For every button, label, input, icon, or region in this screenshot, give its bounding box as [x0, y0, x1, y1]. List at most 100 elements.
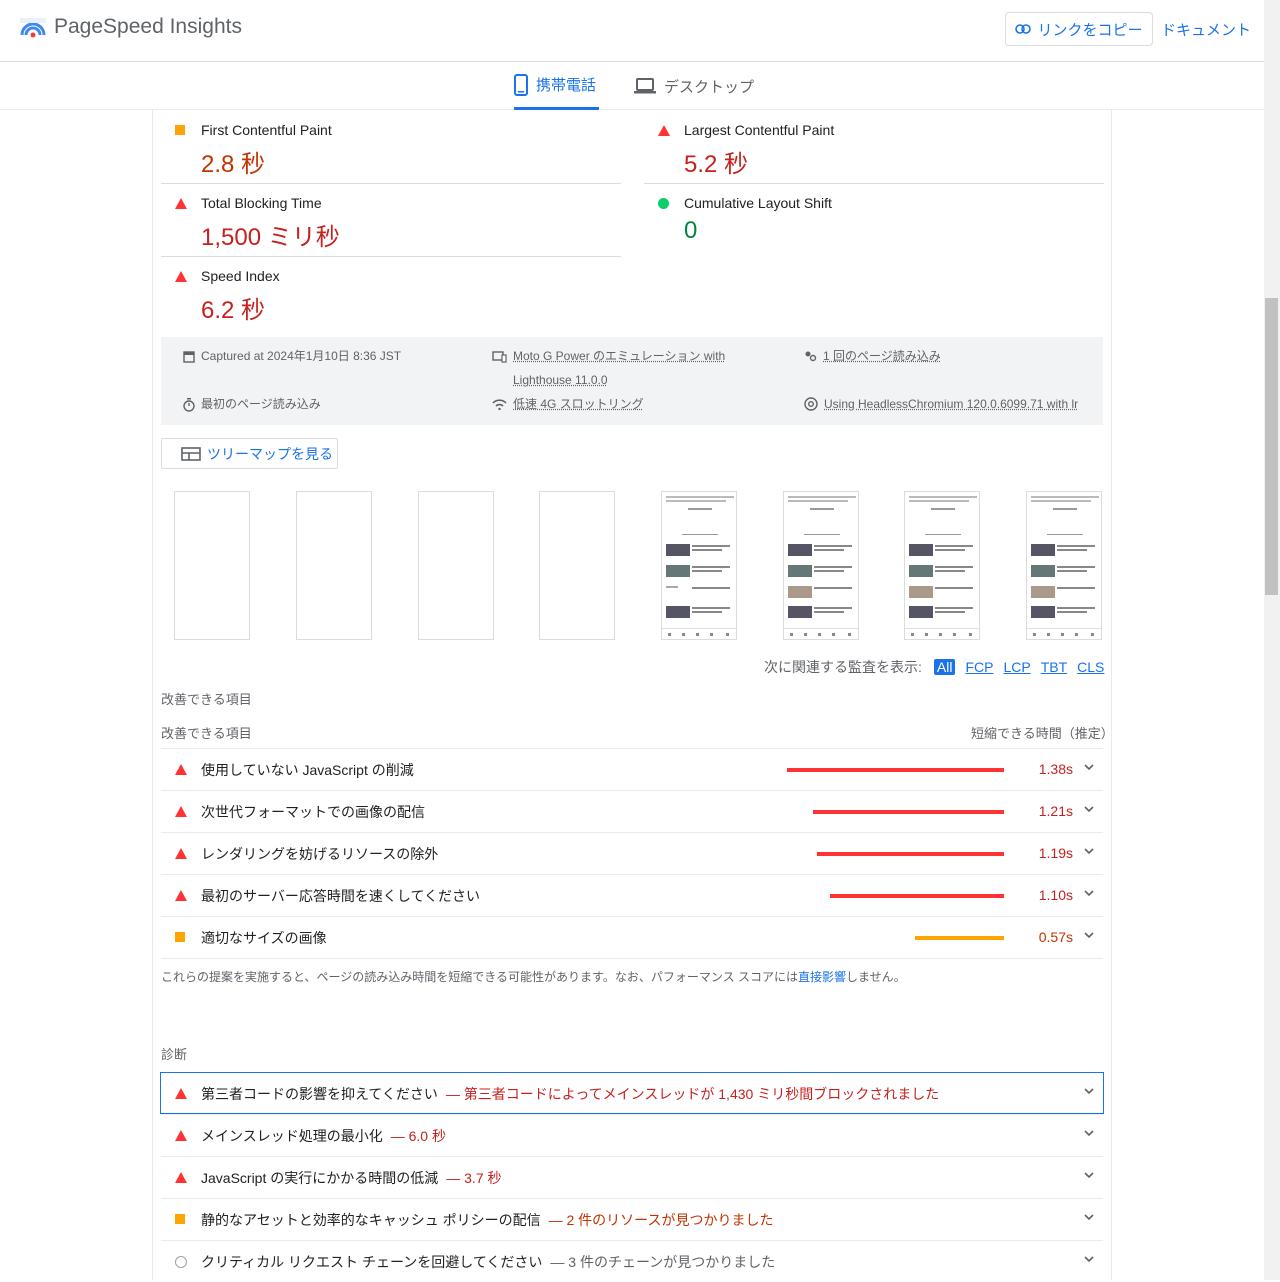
metric-tbt: Total Blocking Time 1,500 ミリ秒	[161, 184, 621, 257]
diagnostics-title: 診断	[161, 1047, 188, 1062]
savings-bar	[915, 936, 1004, 940]
chevron-down-icon[interactable]	[1083, 803, 1095, 815]
divider	[161, 958, 1103, 959]
laptop-icon	[634, 78, 656, 94]
average-square-icon	[175, 1214, 185, 1224]
chevron-down-icon[interactable]	[1083, 761, 1095, 773]
calendar-icon	[183, 351, 195, 363]
filter-lcp-button[interactable]: LCP	[1003, 659, 1030, 675]
chevron-down-icon[interactable]	[1083, 845, 1095, 857]
metric-value: 5.2 秒	[684, 151, 749, 178]
audit-filter: 次に関連する監査を表示: All FCP LCP TBT CLS	[764, 657, 1104, 677]
filmstrip-frame	[904, 491, 980, 640]
diagnostic-title: 静的なアセットと効率的なキャッシュ ポリシーの配信	[201, 1212, 541, 1228]
opportunity-row[interactable]: 使用していない JavaScript の削減 1.38s	[161, 748, 1103, 790]
diagnostic-detail: — 第三者コードによってメインスレッドが 1,430 ミリ秒間ブロックされました	[445, 1086, 940, 1102]
chevron-down-icon[interactable]	[1083, 887, 1095, 899]
diagnostic-row[interactable]: メインスレッド処理の最小化 — 6.0 秒	[161, 1114, 1103, 1156]
metric-label: Total Blocking Time	[201, 195, 322, 211]
chevron-down-icon[interactable]	[1083, 1085, 1095, 1097]
opportunity-row[interactable]: 適切なサイズの画像 0.57s	[161, 916, 1103, 958]
savings-time: 1.10s	[1038, 887, 1073, 903]
diagnostic-title-wrap: 静的なアセットと効率的なキャッシュ ポリシーの配信 — 2 件のリソースが見つかり…	[201, 1210, 773, 1230]
diagnostic-title: メインスレッド処理の最小化	[201, 1128, 383, 1144]
metric-lcp: Largest Contentful Paint 5.2 秒	[644, 111, 1104, 184]
opportunity-title: 適切なサイズの画像	[201, 930, 327, 946]
opportunity-title: 使用していない JavaScript の削減	[201, 762, 414, 778]
device-text: Moto G Power のエミュレーション with Lighthouse 1…	[513, 344, 725, 392]
metric-label: First Contentful Paint	[201, 122, 332, 138]
opportunity-row[interactable]: 最初のサーバー応答時間を速くしてください 1.10s	[161, 874, 1103, 916]
metric-value: 0	[684, 217, 698, 244]
filter-all-button[interactable]: All	[933, 659, 956, 675]
filter-tbt-button[interactable]: TBT	[1041, 659, 1067, 675]
tab-desktop[interactable]: デスクトップ	[634, 62, 754, 110]
filmstrip-frame	[783, 491, 859, 640]
captured-text: Captured at 2024年1月10日 8:36 JST	[201, 349, 402, 363]
chrome-icon	[804, 397, 818, 411]
pass-circle-icon	[658, 198, 669, 209]
savings-time: 1.19s	[1038, 845, 1073, 861]
content-border-left	[152, 62, 153, 1280]
fail-triangle-icon	[175, 1130, 187, 1141]
filmstrip-frame	[296, 491, 372, 640]
filmstrip-frame	[1026, 491, 1102, 640]
diagnostic-title-wrap: JavaScript の実行にかかる時間の低減 — 3.7 秒	[201, 1168, 502, 1188]
docs-link[interactable]: ドキュメント	[1161, 19, 1251, 40]
opportunity-row[interactable]: 次世代フォーマットでの画像の配信 1.21s	[161, 790, 1103, 832]
treemap-icon	[181, 446, 201, 461]
copy-link-button[interactable]: リンクをコピー	[1005, 12, 1153, 46]
fail-triangle-icon	[175, 848, 187, 859]
diagnostic-title: クリティカル リクエスト チェーンを回避してください	[201, 1254, 543, 1270]
fail-triangle-icon	[175, 198, 187, 209]
device-line-1: Moto G Power のエミュレーション with	[513, 349, 726, 363]
throttling-info[interactable]: 低速 4G スロットリング	[492, 392, 644, 416]
scrollbar-thumb[interactable]	[1265, 298, 1278, 595]
content-border-right	[1111, 62, 1112, 1280]
page-thumbnail	[784, 496, 858, 636]
device-info[interactable]: Moto G Power のエミュレーション with Lighthouse 1…	[492, 344, 725, 392]
diagnostic-row[interactable]: 静的なアセットと効率的なキャッシュ ポリシーの配信 — 2 件のリソースが見つかり…	[161, 1198, 1103, 1240]
metric-value: 2.8 秒	[201, 151, 266, 178]
chevron-down-icon[interactable]	[1083, 929, 1095, 941]
average-square-icon	[175, 932, 185, 942]
filmstrip-frame	[418, 491, 494, 640]
page-thumbnail	[662, 496, 736, 636]
note-text: これらの提案を実施すると、ページの読み込み時間を短縮できる可能性があります。なお…	[161, 970, 798, 984]
tab-desktop-label: デスクトップ	[664, 78, 755, 96]
initial-load-info: 最初のページ読み込み	[183, 392, 321, 416]
diagnostic-row[interactable]: 第三者コードの影響を抑えてください — 第三者コードによってメインスレッドが 1,…	[160, 1072, 1104, 1114]
loads-info[interactable]: 1 回のページ読み込み	[804, 344, 941, 368]
chevron-down-icon[interactable]	[1083, 1127, 1095, 1139]
browser-info[interactable]: Using HeadlessChromium 120.0.6099.71 wit…	[804, 392, 1078, 416]
chevron-down-icon[interactable]	[1083, 1253, 1095, 1265]
average-square-icon	[175, 125, 185, 135]
app-name: PageSpeed Insights	[54, 15, 242, 38]
metric-value: 1,500 ミリ秒	[201, 224, 340, 251]
treemap-button[interactable]: ツリーマップを見る	[161, 438, 338, 469]
network-icon	[492, 399, 507, 410]
diagnostic-row[interactable]: クリティカル リクエスト チェーンを回避してください — 3 件のチェーンが見つか…	[161, 1240, 1103, 1282]
diagnostic-row[interactable]: JavaScript の実行にかかる時間の低減 — 3.7 秒	[161, 1156, 1103, 1198]
tab-mobile[interactable]: 携帯電話	[514, 62, 599, 110]
metric-label: Largest Contentful Paint	[684, 122, 835, 138]
fail-triangle-icon	[658, 125, 670, 136]
filmstrip-frame	[174, 491, 250, 640]
savings-bar	[817, 852, 1004, 856]
page-thumbnail	[905, 496, 979, 636]
filter-cls-button[interactable]: CLS	[1077, 659, 1104, 675]
opportunities-column-right: 短縮できる時間（推定）	[971, 726, 1114, 741]
chevron-down-icon[interactable]	[1083, 1211, 1095, 1223]
treemap-label: ツリーマップを見る	[207, 445, 333, 462]
filter-fcp-button[interactable]: FCP	[965, 659, 993, 675]
scrollbar-track[interactable]	[1264, 0, 1280, 1280]
people-icon	[805, 351, 817, 362]
direct-impact-link[interactable]: 直接影響	[798, 970, 846, 984]
pagespeed-logo[interactable]: PageSpeed Insights	[20, 15, 242, 39]
savings-time: 0.57s	[1038, 929, 1073, 945]
opportunity-row[interactable]: レンダリングを妨げるリソースの除外 1.19s	[161, 832, 1103, 874]
fail-triangle-icon	[175, 1172, 187, 1183]
fail-triangle-icon	[175, 806, 187, 817]
chevron-down-icon[interactable]	[1083, 1169, 1095, 1181]
throttling-text: 低速 4G スロットリング	[513, 397, 644, 411]
